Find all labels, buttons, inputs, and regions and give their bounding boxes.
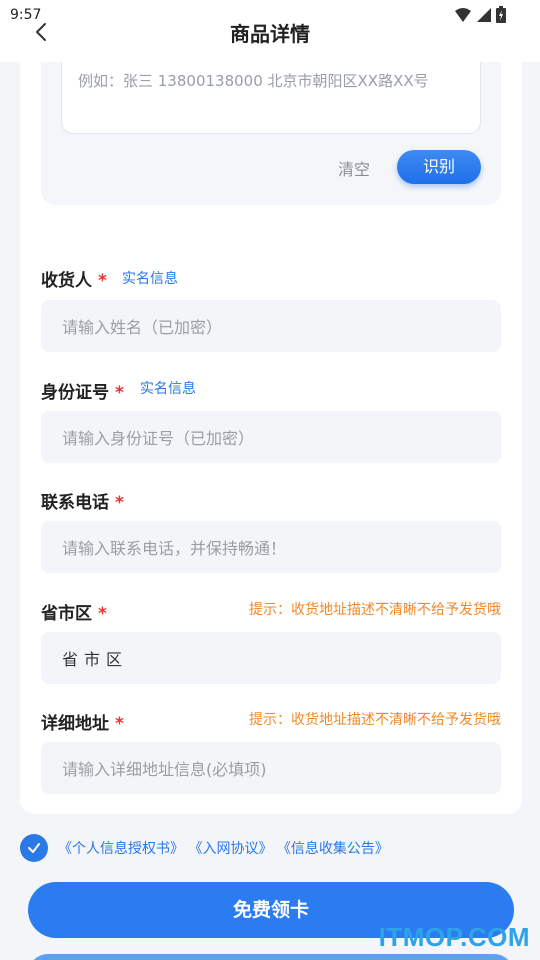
status-bar: 9:57 xyxy=(0,0,540,30)
privacy-authorization-link[interactable]: 《个人信息授权书》 xyxy=(58,841,184,857)
required-mark: * xyxy=(98,271,107,291)
phone-label: 联系电话 * xyxy=(41,488,124,513)
address-paste-textarea[interactable]: 例如：张三 13800138000 北京市朝阳区XX路XX号 xyxy=(61,62,481,134)
region-hint: 提示：收货地址描述不清晰不给予发货哦 xyxy=(249,602,501,618)
check-icon xyxy=(28,843,40,853)
required-mark: * xyxy=(115,383,124,403)
realname-info-link[interactable]: 实名信息 xyxy=(140,378,196,398)
region-label: 省市区 * xyxy=(41,599,107,624)
clear-button[interactable]: 清空 xyxy=(338,156,370,180)
address-label-text: 详细地址 xyxy=(41,714,109,734)
address-placeholder: 请输入详细地址信息(必填项) xyxy=(62,760,267,779)
realname-info-link[interactable]: 实名信息 xyxy=(122,268,178,288)
phone-input[interactable]: 请输入联系电话，并保持畅通！ xyxy=(41,521,501,573)
required-mark: * xyxy=(115,493,124,513)
address-hint: 提示：收货地址描述不清晰不给予发货哦 xyxy=(249,712,501,728)
id-card-label: 身份证号 * xyxy=(41,378,124,403)
secondary-button-edge[interactable] xyxy=(28,954,514,960)
address-input[interactable]: 请输入详细地址信息(必填项) xyxy=(41,742,501,794)
name-label: 收货人 * xyxy=(41,266,107,291)
name-placeholder: 请输入姓名（已加密） xyxy=(62,318,223,337)
id-card-input[interactable]: 请输入身份证号（已加密） xyxy=(41,411,501,463)
required-mark: * xyxy=(98,604,107,624)
phone-placeholder: 请输入联系电话，并保持畅通！ xyxy=(62,539,287,558)
name-input[interactable]: 请输入姓名（已加密） xyxy=(41,300,501,352)
agreement-checkbox[interactable] xyxy=(20,834,48,862)
wifi-icon xyxy=(455,7,471,22)
network-agreement-link[interactable]: 《入网协议》 xyxy=(188,841,272,857)
agreement-links: 《个人信息授权书》 《入网协议》 《信息收集公告》 xyxy=(58,838,389,858)
id-card-label-text: 身份证号 xyxy=(41,383,109,403)
status-icons xyxy=(454,6,506,23)
agreement-row: 《个人信息授权书》 《入网协议》 《信息收集公告》 xyxy=(20,834,389,862)
battery-icon xyxy=(496,6,506,23)
region-label-text: 省市区 xyxy=(41,604,92,624)
status-time: 9:57 xyxy=(10,7,42,23)
region-value: 省市区 xyxy=(62,650,129,669)
watermark-logo: ITMOP.COM xyxy=(378,922,530,952)
signal-icon xyxy=(477,7,491,22)
info-collection-notice-link[interactable]: 《信息收集公告》 xyxy=(277,841,389,857)
region-picker[interactable]: 省市区 xyxy=(41,632,501,684)
id-card-placeholder: 请输入身份证号（已加密） xyxy=(62,429,255,448)
required-mark: * xyxy=(115,714,124,734)
name-label-text: 收货人 xyxy=(41,271,92,291)
phone-label-text: 联系电话 xyxy=(41,493,109,513)
address-label: 详细地址 * xyxy=(41,709,124,734)
recognize-button[interactable]: 识别 xyxy=(397,150,481,184)
